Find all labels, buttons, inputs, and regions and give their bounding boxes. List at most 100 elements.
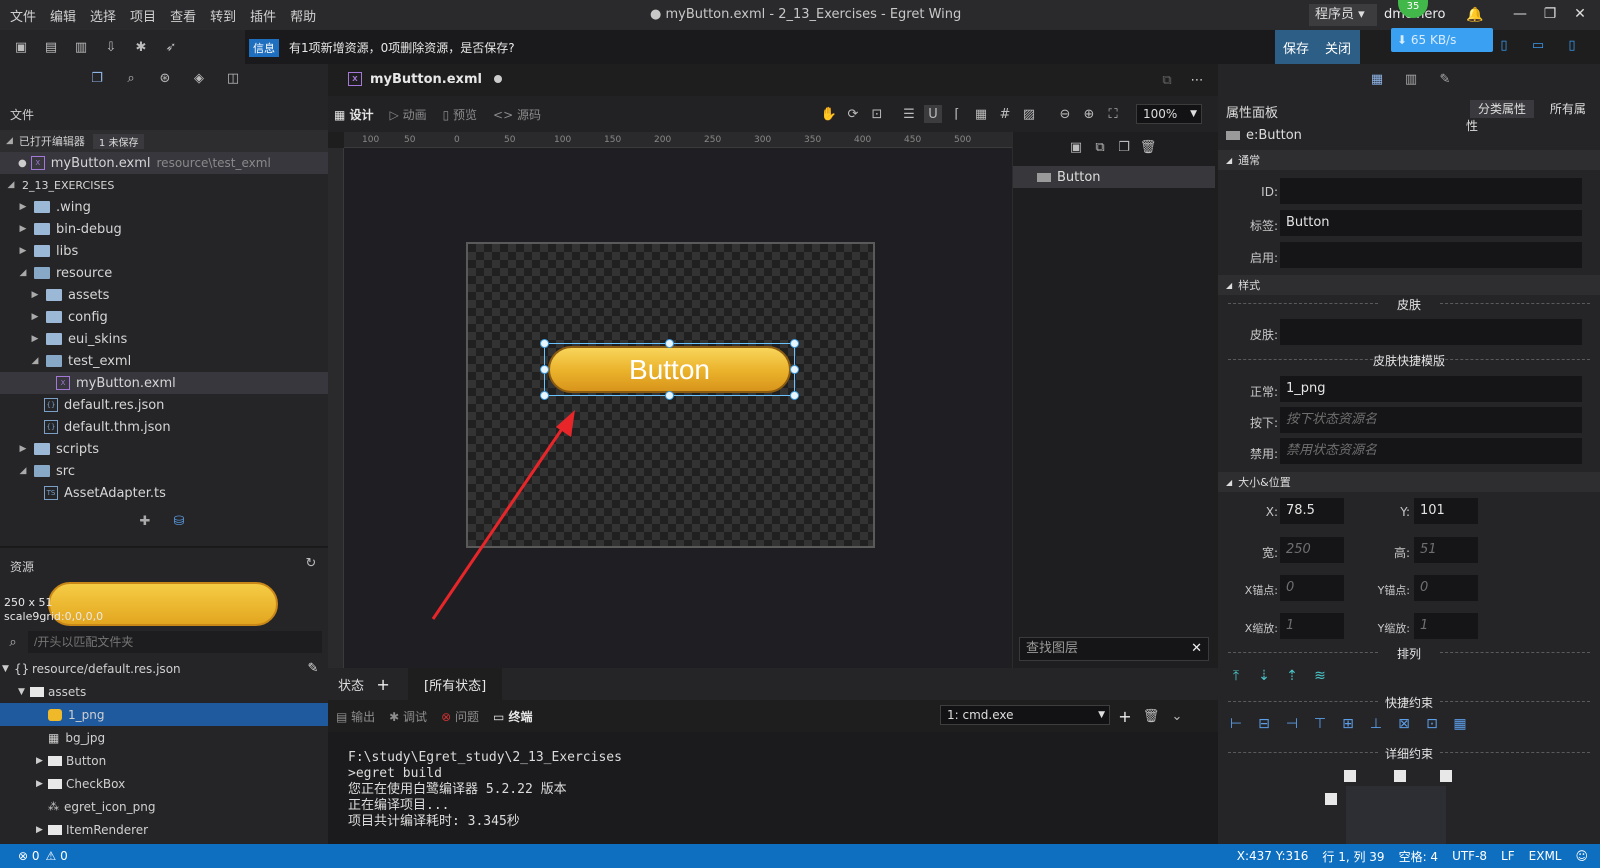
group-icon[interactable]: ▣ bbox=[1067, 138, 1085, 156]
properties-icon[interactable]: ▦ bbox=[1368, 70, 1386, 88]
tab-category-props[interactable]: 分类属性 bbox=[1470, 100, 1535, 118]
resize-handle[interactable] bbox=[790, 365, 799, 374]
fill-width-icon[interactable]: ⊠ bbox=[1390, 716, 1418, 732]
refresh-icon[interactable]: ↻ bbox=[302, 554, 320, 572]
tree-item-resource[interactable]: ◢ resource bbox=[0, 262, 328, 284]
constraint-checkbox[interactable] bbox=[1344, 770, 1356, 782]
layer-item-button[interactable]: Button bbox=[1013, 166, 1215, 188]
zoom-out-icon[interactable]: ⊖ bbox=[1056, 105, 1074, 123]
design-button[interactable]: Button bbox=[548, 346, 791, 393]
explorer-icon[interactable]: ❐ bbox=[88, 69, 106, 87]
delete-icon[interactable]: 🗑 bbox=[1139, 138, 1157, 156]
resource-item-bg-jpg[interactable]: ▦ bg_jpg bbox=[0, 726, 328, 749]
new-file-icon[interactable]: ▣ bbox=[12, 38, 30, 56]
layers-icon[interactable]: ☰ bbox=[900, 105, 918, 123]
encoding[interactable]: UTF-8 bbox=[1452, 849, 1487, 863]
group-style[interactable]: ◢ 样式 bbox=[1218, 275, 1600, 295]
constraint-checkbox[interactable] bbox=[1440, 770, 1452, 782]
more-actions-icon[interactable]: ⋯ bbox=[1188, 71, 1206, 89]
constraint-checkbox[interactable] bbox=[1325, 793, 1337, 805]
tree-item-libs[interactable]: ▶ libs bbox=[0, 240, 328, 262]
tree-item-src[interactable]: ◢ src bbox=[0, 460, 328, 482]
fill-height-icon[interactable]: ⊡ bbox=[1418, 716, 1446, 732]
menu-view[interactable]: 查看 bbox=[170, 6, 196, 25]
width-input[interactable]: 250 bbox=[1280, 537, 1344, 563]
line-ending[interactable]: LF bbox=[1501, 849, 1515, 863]
guides-icon[interactable]: # bbox=[996, 105, 1014, 123]
tab-mybutton-exml[interactable]: X myButton.exml bbox=[336, 64, 514, 96]
search-icon[interactable]: ⌕ bbox=[122, 69, 140, 87]
align-bottom-icon[interactable]: ⊥ bbox=[1362, 716, 1390, 732]
bring-forward-icon[interactable]: ⇣ bbox=[1250, 668, 1278, 684]
warnings-indicator[interactable]: ⚠ 0 bbox=[46, 849, 68, 863]
state-all-tab[interactable]: [所有状态] bbox=[408, 667, 503, 701]
edit-pencil-icon[interactable]: ✎ bbox=[304, 660, 322, 678]
mode-source-tab[interactable]: <> 源码 bbox=[493, 106, 541, 123]
errors-indicator[interactable]: ⊗ 0 bbox=[18, 849, 40, 863]
ruler-icon[interactable]: ⌈ bbox=[948, 105, 966, 123]
git-icon[interactable]: ◈ bbox=[190, 69, 208, 87]
opened-editors-header[interactable]: ◢ 已打开编辑器 1 未保存 bbox=[0, 130, 328, 152]
resize-handle[interactable] bbox=[540, 339, 549, 348]
clear-icon[interactable]: ✕ bbox=[1191, 638, 1202, 660]
terminal-select[interactable]: 1: cmd.exe ▼ bbox=[940, 705, 1110, 725]
mode-preview-tab[interactable]: ▯ 预览 bbox=[443, 106, 477, 123]
role-select[interactable]: 程序员 ▾ bbox=[1309, 4, 1377, 26]
modified-dot-icon[interactable] bbox=[493, 75, 502, 83]
copy-icon[interactable]: ❐ bbox=[1115, 138, 1133, 156]
refresh-design-icon[interactable]: ⟳ bbox=[844, 105, 862, 123]
extensions-icon[interactable]: ⊛ bbox=[156, 69, 174, 87]
layer-search-input[interactable]: 查找图层 ✕ bbox=[1019, 637, 1209, 661]
resize-handle[interactable] bbox=[665, 391, 674, 400]
language-mode[interactable]: EXML bbox=[1529, 849, 1562, 863]
resize-handle[interactable] bbox=[790, 339, 799, 348]
align-right-icon[interactable]: ⊣ bbox=[1278, 716, 1306, 732]
down-state-input[interactable]: 按下状态资源名 bbox=[1280, 407, 1582, 433]
disabled-state-input[interactable]: 禁用状态资源名 bbox=[1280, 438, 1582, 464]
outline-icon[interactable]: ◫ bbox=[224, 69, 242, 87]
resource-item-egret-icon-png[interactable]: ⁂ egret_icon_png bbox=[0, 795, 328, 818]
menu-edit[interactable]: 编辑 bbox=[50, 6, 76, 25]
resource-item-1-png[interactable]: 1_png bbox=[0, 703, 328, 726]
resize-handle[interactable] bbox=[540, 365, 549, 374]
hand-tool-icon[interactable]: ✋ bbox=[820, 105, 838, 123]
close-window-icon[interactable]: ✕ bbox=[1565, 6, 1595, 22]
grid-icon[interactable]: ▦ bbox=[972, 105, 990, 123]
toggle-left-panel-icon[interactable]: ▯ bbox=[1495, 36, 1513, 54]
menu-help[interactable]: 帮助 bbox=[290, 6, 316, 25]
group-size-position[interactable]: ◢ 大小&位置 bbox=[1218, 472, 1600, 492]
enabled-input[interactable] bbox=[1280, 242, 1582, 268]
send-to-back-icon[interactable]: ≋ bbox=[1306, 668, 1334, 684]
indentation[interactable]: 空格: 4 bbox=[1399, 848, 1439, 865]
toggle-right-panel-icon[interactable]: ▯ bbox=[1563, 36, 1581, 54]
publish-icon[interactable]: ⇩ bbox=[102, 38, 120, 56]
debug-tab[interactable]: ✱ 调试 bbox=[389, 708, 427, 725]
constraint-checkbox[interactable] bbox=[1394, 770, 1406, 782]
new-terminal-icon[interactable]: + bbox=[1116, 707, 1134, 726]
normal-state-input[interactable]: 1_png bbox=[1280, 376, 1582, 402]
save-icon[interactable]: ▤ bbox=[42, 38, 60, 56]
tree-item-eui-skins[interactable]: ▶ eui_skins bbox=[0, 328, 328, 350]
magnet-icon[interactable]: U bbox=[924, 105, 942, 123]
fit-screen-icon[interactable]: ⛶ bbox=[1104, 105, 1122, 123]
opened-file-item[interactable]: ● X myButton.exml resource\test_exml bbox=[0, 152, 328, 174]
output-tab[interactable]: ▤ 输出 bbox=[336, 708, 375, 725]
maximize-icon[interactable]: ❐ bbox=[1535, 6, 1565, 22]
tree-item-assetadapter-ts[interactable]: TS AssetAdapter.ts bbox=[0, 482, 328, 504]
tree-item-default-res-json[interactable]: {} default.res.json bbox=[0, 394, 328, 416]
fit-content-icon[interactable]: ⊡ bbox=[868, 105, 886, 123]
rocket-icon[interactable]: ➶ bbox=[162, 38, 180, 56]
menu-project[interactable]: 项目 bbox=[130, 6, 156, 25]
scale-y-input[interactable]: 1 bbox=[1414, 613, 1478, 639]
tree-item-scripts[interactable]: ▶ scripts bbox=[0, 438, 328, 460]
toggle-bottom-panel-icon[interactable]: ▭ bbox=[1529, 36, 1547, 54]
minimize-icon[interactable]: — bbox=[1505, 6, 1535, 22]
y-input[interactable]: 101 bbox=[1414, 498, 1478, 524]
align-left-icon[interactable]: ⊢ bbox=[1222, 716, 1250, 732]
align-top-icon[interactable]: ⊤ bbox=[1306, 716, 1334, 732]
mode-design-tab[interactable]: ▦ 设计 bbox=[334, 106, 374, 123]
resource-group-itemrenderer[interactable]: ▶ ItemRenderer bbox=[0, 818, 328, 841]
align-hcenter-icon[interactable]: ⊟ bbox=[1250, 716, 1278, 732]
save-all-icon[interactable]: ▥ bbox=[72, 38, 90, 56]
debug-icon[interactable]: ✱ bbox=[132, 38, 150, 56]
